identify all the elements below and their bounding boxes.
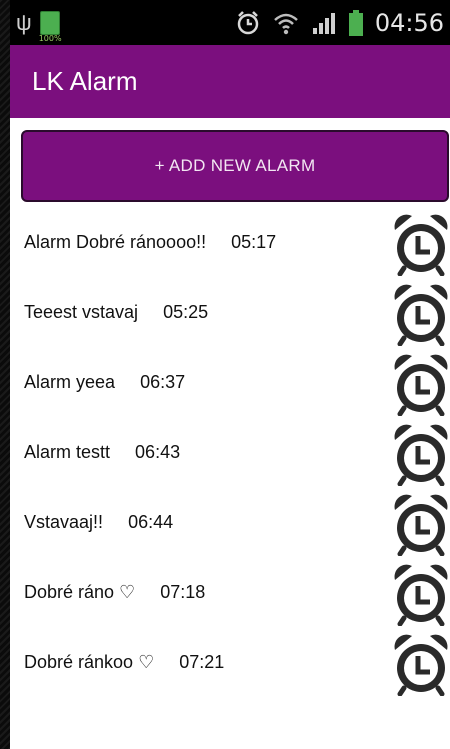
alarm-time: 06:43 — [135, 442, 181, 462]
alarm-list-screen: + ADD NEW ALARM Alarm Dobré ránoooo!! 05… — [10, 118, 450, 749]
app-title: LK Alarm — [32, 66, 138, 96]
wifi-icon — [273, 10, 299, 36]
alarm-clock-icon[interactable] — [392, 212, 450, 276]
add-new-alarm-button[interactable]: + ADD NEW ALARM — [21, 130, 449, 202]
alarm-clock-icon[interactable] — [392, 562, 450, 626]
alarm-row[interactable]: Alarm testt 06:43 — [10, 420, 450, 490]
alarm-clock-icon[interactable] — [392, 422, 450, 486]
alarm-clock-icon[interactable] — [392, 492, 450, 556]
alarm-name: Dobré ránkoo ♡ — [24, 652, 155, 672]
alarm-time: 05:25 — [163, 302, 209, 322]
alarm-name: Alarm yeea — [24, 372, 116, 392]
alarm-row[interactable]: Alarm yeea 06:37 — [10, 350, 450, 420]
alarm-time: 07:18 — [160, 582, 206, 602]
alarm-time: 05:17 — [231, 232, 277, 252]
status-clock: 04:56 — [374, 8, 444, 37]
alarm-name: Dobré ráno ♡ — [24, 582, 136, 602]
alarm-time: 06:44 — [128, 512, 174, 532]
alarm-name: Alarm Dobré ránoooo!! — [24, 232, 207, 252]
status-bar: ψ 100% 04:56 — [10, 0, 450, 45]
alarm-name: Teeest vstavaj — [24, 302, 139, 322]
alarm-clock-icon[interactable] — [392, 282, 450, 346]
app-bar: LK Alarm — [10, 45, 450, 118]
battery-percent: 100% — [38, 33, 62, 43]
alarm-row[interactable]: Vstavaaj!! 06:44 — [10, 490, 450, 560]
alarm-name: Vstavaaj!! — [24, 512, 104, 532]
alarm-row[interactable]: Alarm Dobré ránoooo!! 05:17 — [10, 210, 450, 280]
alarm-row[interactable]: Teeest vstavaj 05:25 — [10, 280, 450, 350]
battery-icon: 100% — [39, 10, 62, 43]
alarm-name: Alarm testt — [24, 442, 111, 462]
alarm-row[interactable]: Dobré ránkoo ♡ 07:21 — [10, 630, 450, 700]
signal-icon — [311, 10, 337, 36]
alarm-clock-icon[interactable] — [392, 352, 450, 416]
battery-icon — [348, 9, 363, 36]
alarm-clock-icon[interactable] — [392, 632, 450, 696]
alarm-time: 07:21 — [179, 652, 225, 672]
alarm-row[interactable]: Dobré ráno ♡ 07:18 — [10, 560, 450, 630]
alarm-status-icon — [235, 10, 261, 36]
usb-icon: ψ — [16, 9, 32, 35]
alarm-time: 06:37 — [140, 372, 186, 392]
